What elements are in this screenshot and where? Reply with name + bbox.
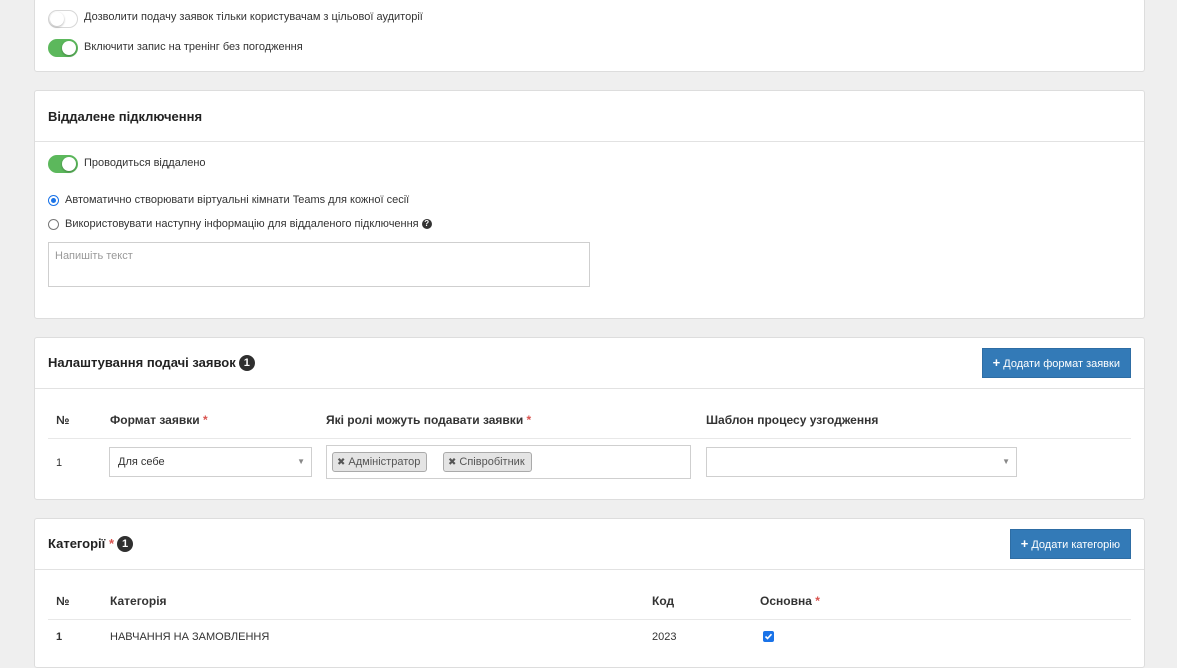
col-number: №	[56, 413, 70, 427]
check-icon	[764, 633, 773, 640]
role-tag-label: Адміністратор	[348, 456, 421, 468]
col-category: Категорія	[110, 594, 167, 608]
remote-info-textarea[interactable]: Напишіть текст	[48, 242, 590, 287]
remove-tag-icon[interactable]: ✖	[337, 457, 345, 468]
toggle-knob	[62, 157, 76, 171]
no-approval-toggle[interactable]	[48, 39, 78, 57]
target-audience-label: Дозволити подачу заявок тільки користува…	[84, 11, 423, 23]
col-number: №	[56, 594, 70, 608]
remove-tag-icon[interactable]: ✖	[448, 457, 456, 468]
header-divider	[48, 438, 1131, 439]
col-main-label: Основна	[760, 594, 812, 608]
auto-teams-radio[interactable]	[48, 195, 59, 206]
panel-title-text: Налаштування подачі заявок	[48, 355, 236, 370]
manual-info-text: Використовувати наступну інформацію для …	[65, 218, 419, 230]
col-main: Основна *	[760, 594, 820, 608]
row-number: 1	[56, 457, 63, 469]
count-badge: 1	[238, 354, 255, 371]
button-label: Додати формат заявки	[1003, 358, 1120, 370]
add-request-format-button[interactable]: + Додати формат заявки	[981, 348, 1131, 378]
remote-toggle-label: Проводиться віддалено	[84, 157, 206, 169]
panel-title: Віддалене підключення	[48, 109, 203, 124]
header-divider	[48, 619, 1131, 620]
count-badge: 1	[117, 535, 134, 552]
add-category-button[interactable]: + Додати категорію	[1009, 529, 1131, 559]
plus-icon: +	[1020, 536, 1029, 551]
help-icon[interactable]: ?	[421, 219, 432, 230]
chevron-down-icon: ▼	[1002, 457, 1010, 466]
required-mark: *	[108, 536, 115, 551]
toggle-knob	[62, 41, 76, 55]
category-name: НАВЧАННЯ НА ЗАМОВЛЕННЯ	[110, 631, 270, 643]
category-code: 2023	[652, 631, 677, 643]
col-code: Код	[652, 594, 675, 608]
format-value: Для себе	[118, 456, 165, 468]
role-tag-label: Співробітник	[459, 456, 525, 468]
col-roles: Які ролі можуть подавати заявки *	[326, 413, 531, 427]
request-settings-panel: Налаштування подачі заявок 1 + Додати форм…	[34, 337, 1145, 500]
panel-title: Категорії * 1	[48, 535, 134, 553]
row-number: 1	[56, 631, 63, 643]
col-format: Формат заявки *	[110, 413, 208, 427]
role-tag-admin[interactable]: ✖ Адміністратор	[332, 452, 428, 472]
categories-panel: Категорії * 1 + Додати категорію № Категор…	[34, 518, 1145, 668]
remote-toggle[interactable]	[48, 155, 78, 173]
col-template: Шаблон процесу узгодження	[706, 413, 879, 427]
manual-info-radio[interactable]	[48, 219, 59, 230]
col-format-label: Формат заявки	[110, 413, 200, 427]
main-category-checkbox[interactable]	[763, 631, 774, 642]
audience-settings-panel: Дозволити подачу заявок тільки користува…	[34, 0, 1145, 72]
panel-header: Категорії * 1 + Додати категорію	[35, 519, 1144, 570]
required-mark: *	[815, 594, 820, 608]
roles-multiselect[interactable]: ✖ Адміністратор ✖ Співробітник	[326, 445, 691, 479]
toggle-knob	[50, 12, 64, 26]
panel-title-text: Категорії	[48, 536, 106, 551]
plus-icon: +	[992, 355, 1001, 370]
format-select[interactable]: Для себе ▼	[109, 447, 312, 477]
manual-info-label: Використовувати наступну інформацію для …	[65, 218, 432, 230]
panel-title: Налаштування подачі заявок 1	[48, 354, 255, 372]
no-approval-label: Включити запис на тренінг без погодження	[84, 41, 303, 53]
auto-teams-label: Автоматично створювати віртуальні кімнат…	[65, 194, 410, 206]
approval-template-select[interactable]: ▼	[706, 447, 1017, 477]
required-mark: *	[202, 413, 208, 427]
target-audience-toggle[interactable]	[48, 10, 78, 28]
required-mark: *	[526, 413, 532, 427]
chevron-down-icon: ▼	[297, 457, 305, 466]
col-roles-label: Які ролі можуть подавати заявки	[326, 413, 524, 427]
remote-connection-panel: Віддалене підключення Проводиться віддал…	[34, 90, 1145, 319]
panel-header: Налаштування подачі заявок 1 + Додати форм…	[35, 338, 1144, 389]
button-label: Додати категорію	[1031, 539, 1120, 551]
role-tag-employee[interactable]: ✖ Співробітник	[443, 452, 532, 472]
panel-header: Віддалене підключення	[35, 91, 1144, 142]
